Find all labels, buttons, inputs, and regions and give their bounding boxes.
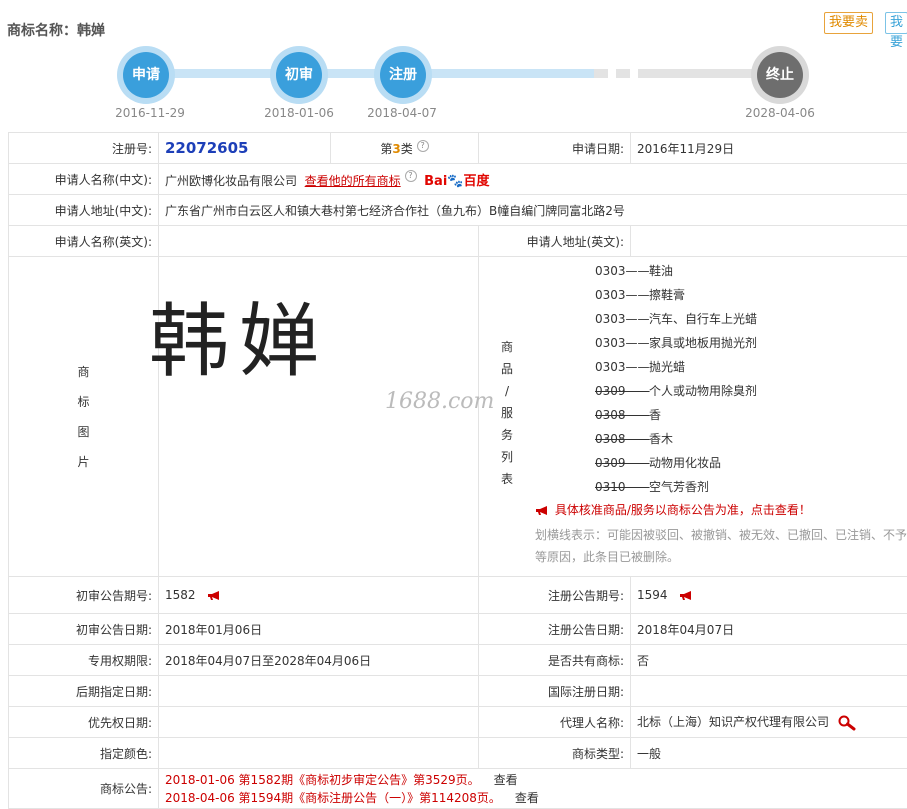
type-value: 一般 [631,738,907,769]
prelim-date-value: 2018年01月06日 [159,614,479,645]
help-icon[interactable]: ? [417,140,429,152]
reg-notice-date-label: 注册公告日期: [479,614,631,645]
mark-image-label: 商标图片 [9,257,159,577]
announcement-item: 2018-04-06 第1594期《商标注册公告（一）》第114208页。查看 [165,789,907,807]
view-link[interactable]: 查看 [515,791,539,805]
applicant-cn-value: 广州欧博化妆品有限公司 [165,174,297,188]
goods-item: 0309——动物用化妆品 [595,451,907,475]
sell-button[interactable]: 我要卖 [824,12,873,34]
goods-item: 0303——擦鞋膏 [595,283,907,307]
reg-no-label: 注册号: [9,133,159,164]
reg-notice-date-value: 2018年04月07日 [631,614,907,645]
applicant-en-label: 申请人名称(英文): [9,226,159,257]
agent-value: 北标（上海）知识产权代理有限公司 [637,715,829,729]
reg-no-value: 22072605 [165,139,249,157]
announcement-item: 2018-01-06 第1582期《商标初步审定公告》第3529页。查看 [165,771,907,789]
announce-label: 商标公告: [9,769,159,809]
strike-note: 划横线表示：可能因被驳回、被撤销、被无效、已撤回、已注销、不予等原因，此条目已被… [535,524,907,568]
reg-notice-no-value: 1594 [637,588,668,602]
type-label: 商标类型: [479,738,631,769]
timeline-date-apply: 2016-11-29 [105,106,195,120]
goods-item: 0309——个人或动物用除臭剂 [595,379,907,403]
buy-button[interactable]: 我要 [885,12,907,34]
mark-image: 韩婵 [149,277,329,393]
goods-item: 0303——家具或地板用抛光剂 [595,331,907,355]
apply-date-label: 申请日期: [479,133,631,164]
goods-item: 0308——香木 [595,427,907,451]
prelim-date-label: 初审公告日期: [9,614,159,645]
megaphone-icon[interactable] [207,590,223,601]
shared-label: 是否共有商标: [479,645,631,676]
goods-item: 0308——香 [595,403,907,427]
megaphone-icon[interactable] [679,590,695,601]
priority-date-value [159,707,479,738]
address-cn-label: 申请人地址(中文): [9,195,159,226]
prelim-no-value: 1582 [165,588,196,602]
goods-item: 0310——空气芳香剂 [595,475,907,499]
help-icon[interactable]: ? [405,170,417,182]
address-en-value [631,226,907,257]
goods-item: 0303——汽车、自行车上光蜡 [595,307,907,331]
timeline-step-apply: 申请 [117,46,175,104]
goods-notice[interactable]: 具体核准商品/服务以商标公告为准，点击查看！ [535,501,907,518]
later-date-value [159,676,479,707]
timeline-date-register: 2018-04-07 [357,106,447,120]
goods-list: 0303——鞋油 0303——擦鞋膏 0303——汽车、自行车上光蜡 0303—… [535,257,907,568]
megaphone-icon [535,505,551,516]
class-value: 第3类 [380,142,412,156]
color-label: 指定颜色: [9,738,159,769]
later-date-label: 后期指定日期: [9,676,159,707]
priority-date-label: 优先权日期: [9,707,159,738]
view-link[interactable]: 查看 [494,773,518,787]
all-marks-link[interactable]: 查看他的所有商标 [305,174,401,188]
color-value [159,738,479,769]
apply-date-value: 2016年11月29日 [631,133,907,164]
timeline-step-prelim: 初审 [270,46,328,104]
agent-label: 代理人名称: [479,707,631,738]
shared-value: 否 [631,645,907,676]
goods-item: 0303——抛光蜡 [595,355,907,379]
watermark: 1688.com [385,389,494,414]
exclusive-label: 专用权期限: [9,645,159,676]
reg-notice-no-label: 注册公告期号: [479,577,631,614]
timeline-step-register: 注册 [374,46,432,104]
applicant-en-value [159,226,479,257]
intl-date-label: 国际注册日期: [479,676,631,707]
applicant-cn-label: 申请人名称(中文): [9,164,159,195]
exclusive-value: 2018年04月07日至2028年04月06日 [159,645,479,676]
page-title: 商标名称：韩婵 [7,20,105,40]
baidu-paw-icon: 🐾 [447,174,463,189]
timeline-track-progress [150,69,594,78]
goods-item: 0303——鞋油 [595,259,907,283]
timeline-date-end: 2028-04-06 [735,106,825,120]
baidu-search-button[interactable]: Bai🐾百度 [424,174,489,189]
trademark-info-table: 注册号: 22072605 第3类 ? 申请日期: 2016年11月29日 申请… [8,132,907,809]
search-icon[interactable] [837,715,859,731]
prelim-no-label: 初审公告期号: [9,577,159,614]
address-en-label: 申请人地址(英文): [479,226,631,257]
timeline-date-prelim: 2018-01-06 [254,106,344,120]
timeline-track-gap [594,69,644,78]
intl-date-value [631,676,907,707]
timeline-step-end: 终止 [751,46,809,104]
address-cn-value: 广东省广州市白云区人和镇大巷村第七经济合作社（鱼九布）B幢自编门牌同富北路2号 [159,195,907,226]
